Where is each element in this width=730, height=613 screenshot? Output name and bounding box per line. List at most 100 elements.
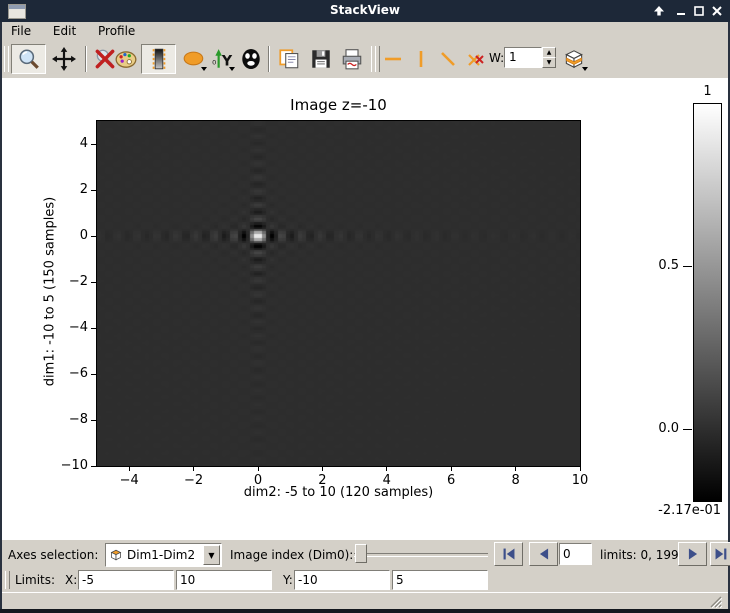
- y-tick-mark: [91, 190, 96, 191]
- y-tick-label: 4: [42, 136, 88, 151]
- ellipse-tool-caret: [201, 67, 207, 71]
- oblique-line-icon: [437, 48, 459, 70]
- menu-file[interactable]: File: [2, 22, 40, 40]
- toolbar-grip-2[interactable]: [371, 46, 376, 72]
- palette-button[interactable]: [110, 44, 141, 74]
- slice-orientation-caret: [582, 67, 588, 71]
- next-frame-icon: [683, 544, 703, 564]
- title-bar[interactable]: StackView: [0, 0, 730, 22]
- maximize-icon: [693, 5, 705, 17]
- save-icon: [309, 47, 333, 71]
- mask-button[interactable]: [237, 44, 265, 74]
- x-tick-mark: [386, 467, 387, 471]
- resize-grip-icon[interactable]: [708, 594, 722, 608]
- svg-text:0: 0: [212, 58, 216, 66]
- spin-up-icon: ▲: [547, 50, 552, 56]
- colorbar: [693, 103, 722, 502]
- limits-toolbar-grip[interactable]: [5, 571, 10, 589]
- x-tick-label: −4: [109, 473, 149, 488]
- x-tick-mark: [258, 467, 259, 471]
- yaxis-scale-button[interactable]: 0 Y: [209, 44, 237, 74]
- plot-frame: [96, 120, 581, 467]
- x-min-input[interactable]: [78, 570, 174, 590]
- oblique-cross-section-button[interactable]: [434, 44, 461, 74]
- pan-button[interactable]: [48, 44, 80, 74]
- last-frame-button[interactable]: [710, 542, 730, 566]
- y-tick-mark: [91, 144, 96, 145]
- minimize-button[interactable]: [672, 3, 689, 19]
- vertical-line-icon: [410, 48, 432, 70]
- first-frame-icon: [499, 544, 519, 564]
- image-index-slider-groove[interactable]: [354, 553, 488, 557]
- zoom-button[interactable]: [11, 44, 46, 74]
- x-limits-label: X:: [65, 573, 77, 587]
- y-tick-label: 2: [42, 182, 88, 197]
- close-icon: [711, 5, 723, 17]
- y-tick-mark: [91, 374, 96, 375]
- menu-profile[interactable]: Profile: [89, 22, 144, 40]
- first-frame-button[interactable]: [494, 542, 523, 566]
- vline-cross-section-button[interactable]: [407, 44, 434, 74]
- shade-button[interactable]: [650, 3, 667, 19]
- spin-down-icon: ▼: [547, 60, 552, 66]
- y-tick-label: −4: [42, 320, 88, 335]
- maximize-button[interactable]: [690, 3, 707, 19]
- x-max-input[interactable]: [176, 570, 272, 590]
- x-tick-mark: [193, 467, 194, 471]
- zoom-icon: [17, 47, 41, 71]
- shade-icon: [653, 5, 665, 17]
- limits-toolbar-row: Limits: X: Y:: [2, 568, 728, 592]
- toolbar-grip[interactable]: [4, 46, 9, 72]
- remove-cross-section-button[interactable]: [462, 44, 489, 74]
- y-tick-mark: [91, 466, 96, 467]
- yaxis-scale-caret: [229, 67, 235, 71]
- navigation-toolbar-row: Axes selection: Dim1-Dim2 ▼ Image index …: [2, 539, 728, 569]
- remove-marker-icon: [465, 48, 487, 70]
- toolbar-separator-2: [268, 46, 270, 72]
- image-index-slider-handle[interactable]: [355, 544, 367, 563]
- save-button[interactable]: [306, 44, 336, 74]
- frame-index-input[interactable]: [559, 543, 592, 565]
- slice-orientation-button[interactable]: [558, 44, 590, 74]
- pan-icon: [52, 47, 76, 71]
- axes-selection-label: Axes selection:: [8, 548, 98, 562]
- y-tick-label: −8: [42, 412, 88, 427]
- image-index-label: Image index (Dim0):: [230, 548, 353, 562]
- y-tick-mark: [91, 236, 96, 237]
- hline-cross-section-button[interactable]: [379, 44, 406, 74]
- x-tick-mark: [451, 467, 452, 471]
- copy-icon: [277, 47, 301, 71]
- width-spin-down[interactable]: ▼: [542, 57, 556, 68]
- colorbar-tick-label: 0.0: [631, 421, 679, 436]
- plot-title: Image z=-10: [97, 96, 580, 114]
- window-title: StackView: [0, 3, 730, 17]
- width-spinbox[interactable]: 1: [504, 47, 542, 68]
- frame-limits-label: limits: 0, 199: [600, 548, 679, 562]
- colorbar-tick-mark: [683, 429, 692, 430]
- y-tick-mark: [91, 328, 96, 329]
- axes-selection-combobox[interactable]: Dim1-Dim2 ▼: [105, 543, 222, 567]
- y-max-input[interactable]: [392, 570, 488, 590]
- next-frame-button[interactable]: [678, 542, 707, 566]
- combobox-dropdown-button[interactable]: ▼: [203, 545, 220, 565]
- palette-icon: [114, 47, 138, 71]
- contrast-button[interactable]: [141, 44, 176, 74]
- contrast-colorbar-icon: [147, 47, 171, 71]
- axes-cube-icon: [109, 548, 123, 562]
- window-bottom-edge: [0, 609, 730, 613]
- previous-frame-button[interactable]: [529, 542, 558, 566]
- close-button[interactable]: [708, 3, 725, 19]
- print-button[interactable]: [337, 44, 367, 74]
- dropdown-arrow-icon: ▼: [208, 551, 214, 560]
- width-value: 1: [509, 50, 517, 64]
- ellipse-tool-button[interactable]: [178, 44, 209, 74]
- y-min-input[interactable]: [294, 570, 390, 590]
- x-tick-label: 8: [496, 473, 536, 488]
- x-tick-label: −2: [174, 473, 214, 488]
- copy-button[interactable]: [273, 44, 305, 74]
- x-tick-mark: [322, 467, 323, 471]
- axes-selection-value: Dim1-Dim2: [127, 548, 195, 562]
- menu-edit[interactable]: Edit: [44, 22, 85, 40]
- status-bar: [2, 592, 728, 610]
- heatmap-canvas[interactable]: [97, 121, 580, 466]
